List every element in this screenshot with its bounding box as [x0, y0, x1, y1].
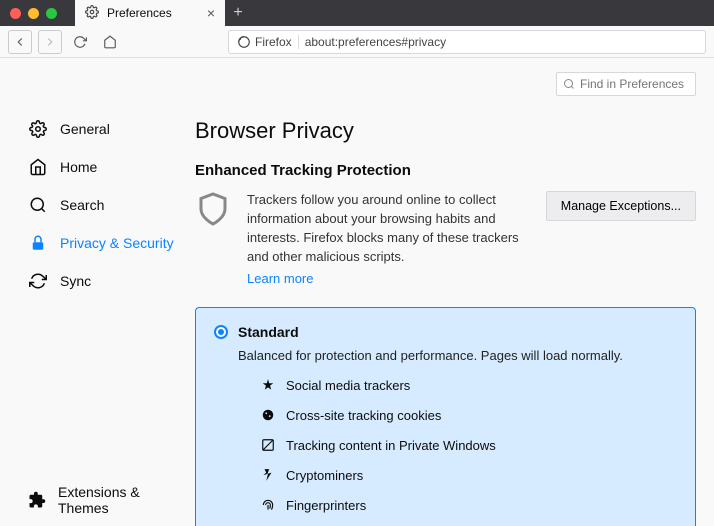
- tracker-label: Social media trackers: [286, 378, 410, 393]
- sidebar-item-label: General: [60, 121, 110, 137]
- sidebar-item-general[interactable]: General: [0, 110, 195, 148]
- tracker-list: Social media trackers Cross-site trackin…: [260, 377, 677, 513]
- navigation-toolbar: Firefox about:preferences#privacy: [0, 26, 714, 58]
- sidebar-item-sync[interactable]: Sync: [0, 262, 195, 300]
- identity-label: Firefox: [255, 35, 292, 49]
- puzzle-icon: [28, 490, 46, 510]
- page-title: Browser Privacy: [195, 118, 696, 144]
- sidebar-item-search[interactable]: Search: [0, 186, 195, 224]
- learn-more-link[interactable]: Learn more: [247, 270, 532, 289]
- sidebar-item-privacy[interactable]: Privacy & Security: [0, 224, 195, 262]
- tracker-item: Fingerprinters: [260, 497, 677, 513]
- section-heading-etp: Enhanced Tracking Protection: [195, 162, 696, 179]
- minimize-window-icon[interactable]: [28, 8, 39, 19]
- firefox-icon: [237, 35, 251, 49]
- home-icon: [28, 157, 48, 177]
- tracker-label: Fingerprinters: [286, 498, 366, 513]
- reload-button[interactable]: [68, 30, 92, 54]
- sidebar-item-label: Extensions & Themes: [58, 484, 175, 516]
- back-button[interactable]: [8, 30, 32, 54]
- etp-description: Trackers follow you around online to col…: [247, 192, 519, 264]
- tracker-label: Tracking content in Private Windows: [286, 438, 496, 453]
- tracker-label: Cryptominers: [286, 468, 363, 483]
- url-text: about:preferences#privacy: [305, 35, 446, 49]
- home-button[interactable]: [98, 30, 122, 54]
- etp-description-row: Trackers follow you around online to col…: [195, 191, 696, 289]
- etp-option-standard[interactable]: Standard Balanced for protection and per…: [195, 307, 696, 526]
- tracker-item: Tracking content in Private Windows: [260, 437, 677, 453]
- search-icon: [28, 195, 48, 215]
- tracking-content-icon: [260, 437, 276, 453]
- sidebar-item-label: Home: [60, 159, 97, 175]
- cookie-icon: [260, 407, 276, 423]
- search-icon: [563, 78, 575, 90]
- browser-tab-preferences[interactable]: Preferences ×: [75, 0, 225, 26]
- sync-icon: [28, 271, 48, 291]
- sidebar-item-label: Search: [60, 197, 104, 213]
- sidebar-item-home[interactable]: Home: [0, 148, 195, 186]
- option-title: Standard: [238, 324, 299, 340]
- shield-icon: [195, 191, 233, 289]
- sidebar-item-extensions[interactable]: Extensions & Themes: [0, 475, 195, 526]
- close-window-icon[interactable]: [10, 8, 21, 19]
- url-bar[interactable]: Firefox about:preferences#privacy: [228, 30, 706, 54]
- search-input[interactable]: [580, 77, 689, 91]
- cryptominer-icon: [260, 467, 276, 483]
- tab-label: Preferences: [107, 6, 199, 20]
- forward-button[interactable]: [38, 30, 62, 54]
- sidebar-item-label: Sync: [60, 273, 91, 289]
- preferences-main: Browser Privacy Enhanced Tracking Protec…: [195, 58, 714, 526]
- tracker-item: Social media trackers: [260, 377, 677, 393]
- new-tab-button[interactable]: +: [225, 0, 251, 26]
- social-tracker-icon: [260, 377, 276, 393]
- window-controls: [0, 8, 57, 19]
- maximize-window-icon[interactable]: [46, 8, 57, 19]
- tracker-item: Cross-site tracking cookies: [260, 407, 677, 423]
- tracker-item: Cryptominers: [260, 467, 677, 483]
- preferences-sidebar: General Home Search Privacy & Security S…: [0, 58, 195, 526]
- gear-icon: [85, 5, 99, 22]
- titlebar: Preferences × +: [0, 0, 714, 26]
- fingerprint-icon: [260, 497, 276, 513]
- radio-selected-icon[interactable]: [214, 325, 228, 339]
- identity-box[interactable]: Firefox: [237, 35, 299, 49]
- find-in-preferences[interactable]: [556, 72, 696, 96]
- sidebar-item-label: Privacy & Security: [60, 235, 174, 251]
- lock-icon: [28, 233, 48, 253]
- tracker-label: Cross-site tracking cookies: [286, 408, 441, 423]
- gear-icon: [28, 119, 48, 139]
- option-description: Balanced for protection and performance.…: [238, 348, 677, 363]
- manage-exceptions-button[interactable]: Manage Exceptions...: [546, 191, 696, 221]
- close-tab-icon[interactable]: ×: [207, 5, 215, 21]
